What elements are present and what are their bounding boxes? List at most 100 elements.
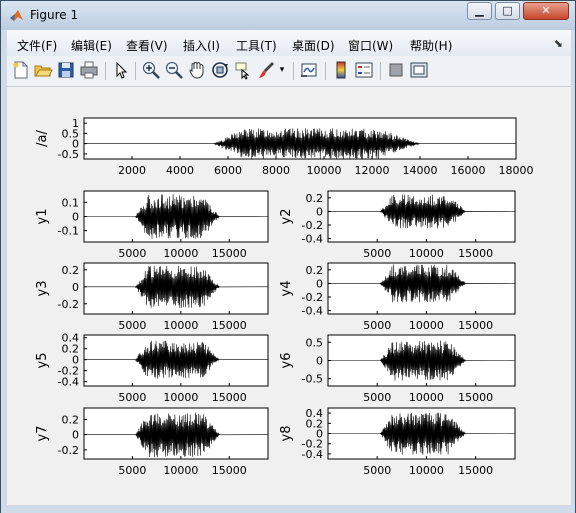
figure-toolbar: ▾	[7, 56, 571, 87]
x-tick-label: 15000	[212, 319, 247, 332]
x-tick-label: 15000	[212, 464, 247, 477]
close-button[interactable]: ✕	[523, 2, 569, 20]
menu-bar: 文件(F) 编辑(E) 查看(V) 插入(I) 工具(T) 桌面(D) 窗口(W…	[7, 30, 571, 56]
menu-insert[interactable]: 插入(I)	[183, 37, 220, 54]
x-tick-label: 4000	[166, 164, 194, 177]
x-tick-label: 16000	[451, 164, 486, 177]
dock-arrow-icon[interactable]: ⬊	[554, 37, 563, 50]
x-tick-label: 14000	[403, 164, 438, 177]
subplot-1: 2000 4000 6000 8000 10000 12000 14000 16000 1800…	[35, 117, 534, 177]
figure-canvas[interactable]: 2000 4000 6000 8000 10000 12000 14000 16000 1800…	[7, 87, 571, 505]
subplot-9: 5000 10000 150000.40.20-0.2-0.4y8	[279, 407, 516, 477]
x-tick-label: 10000	[163, 247, 198, 260]
brush-dropdown-icon[interactable]: ▾	[277, 60, 287, 80]
x-tick-label: 12000	[355, 164, 390, 177]
data-cursor-icon[interactable]	[233, 60, 253, 80]
x-tick-label: 10000	[163, 319, 198, 332]
menu-tools[interactable]: 工具(T)	[236, 37, 277, 54]
y-axis-label: y5	[35, 353, 50, 369]
toolbar-separator	[105, 62, 106, 80]
y-tick-label: -0.5	[58, 148, 79, 161]
y-tick-label: 0.2	[306, 264, 324, 277]
minimize-button[interactable]: ▁	[467, 2, 492, 20]
y-axis-label: y1	[35, 209, 50, 225]
x-tick-label: 5000	[363, 319, 391, 332]
figure-window: Figure 1 ▁ □ ✕ 文件(F) 编辑(E) 查看(V) 插入(I) 工…	[0, 0, 576, 513]
title-bar[interactable]: Figure 1 ▁ □ ✕	[1, 1, 575, 30]
y-axis-label: y6	[279, 353, 294, 369]
subplot-3: 5000 10000 15000 0.20-0.2-0.4 y2	[279, 190, 516, 260]
y-tick-label: -0.4	[302, 305, 323, 318]
y-tick-label: -0.5	[302, 373, 323, 386]
y-axis-label: y4	[279, 281, 294, 297]
y-tick-label: -0.4	[302, 233, 323, 246]
y-tick-label: -0.2	[302, 291, 323, 304]
y-tick-label: 0	[316, 355, 323, 368]
matlab-logo-icon	[10, 10, 23, 21]
brush-icon[interactable]	[256, 60, 276, 80]
print-icon[interactable]	[79, 60, 99, 80]
colorbar-icon[interactable]	[331, 60, 351, 80]
x-tick-label: 5000	[363, 391, 391, 404]
x-tick-label: 10000	[409, 391, 444, 404]
y-tick-label: 0	[72, 429, 79, 442]
subplot-7: 5000 10000 15000 0.5 0 -0.5 y6	[279, 334, 516, 404]
y-tick-label: 0.2	[62, 413, 80, 426]
menu-edit[interactable]: 编辑(E)	[71, 37, 112, 54]
x-tick-label: 5000	[363, 247, 391, 260]
y-tick-label: 0	[316, 205, 323, 218]
show-plot-tools-icon[interactable]	[409, 60, 429, 80]
y-tick-label: 0.2	[62, 264, 80, 277]
subplot-5: 5000 10000 15000 0.20-0.2-0.4 y4	[279, 262, 516, 332]
link-plot-icon[interactable]	[299, 60, 319, 80]
menu-file[interactable]: 文件(F)	[17, 37, 57, 54]
edit-plot-arrow-icon[interactable]	[111, 60, 131, 80]
window-title: Figure 1	[30, 8, 79, 22]
y-axis-label: y8	[279, 426, 294, 442]
x-tick-label: 15000	[212, 391, 247, 404]
x-tick-label: 5000	[118, 464, 146, 477]
y-axis-label: y2	[279, 209, 294, 225]
menu-desktop[interactable]: 桌面(D)	[292, 37, 335, 54]
x-tick-label: 5000	[363, 464, 391, 477]
x-tick-label: 10000	[409, 247, 444, 260]
open-file-icon[interactable]	[33, 60, 53, 80]
x-tick-label: 15000	[458, 464, 493, 477]
subplot-6: 5000 10000 150000.40.20-0.2-0.4y5	[35, 332, 269, 404]
hide-plot-tools-icon[interactable]	[386, 60, 406, 80]
x-tick-label: 6000	[214, 164, 242, 177]
zoom-out-icon[interactable]	[164, 60, 184, 80]
menu-help[interactable]: 帮助(H)	[410, 37, 452, 54]
maximize-button[interactable]: □	[495, 2, 520, 20]
y-tick-label: 0.5	[306, 336, 324, 349]
subplot-8: 5000 10000 15000 0.2 0 -0.2 y7	[35, 407, 269, 477]
rotate-3d-icon[interactable]	[210, 60, 230, 80]
x-tick-label: 15000	[458, 391, 493, 404]
new-figure-icon[interactable]	[11, 60, 31, 80]
y-axis-label: y7	[35, 426, 50, 442]
zoom-in-icon[interactable]	[141, 60, 161, 80]
toolbar-separator	[135, 62, 136, 80]
subplot-2: 5000 10000 15000 0.1 0-0.1 y1	[35, 190, 269, 260]
menu-view[interactable]: 查看(V)	[126, 37, 168, 54]
y-tick-label: -0.4	[58, 376, 79, 389]
subplots-area: 2000 4000 6000 8000 10000 12000 14000 16000 1800…	[35, 117, 534, 477]
toolbar-separator	[380, 62, 381, 80]
pan-hand-icon[interactable]	[187, 60, 207, 80]
x-tick-label: 10000	[307, 164, 342, 177]
y-tick-label: -0.2	[58, 298, 79, 311]
y-tick-label: 0	[72, 281, 79, 294]
toolbar-separator	[325, 62, 326, 80]
x-tick-label: 15000	[458, 319, 493, 332]
legend-icon[interactable]	[354, 60, 374, 80]
menu-window[interactable]: 窗口(W)	[348, 37, 393, 54]
x-tick-label: 2000	[118, 164, 146, 177]
y-tick-label: 0	[72, 211, 79, 224]
y-tick-label: 0	[316, 277, 323, 290]
x-tick-label: 18000	[499, 164, 534, 177]
x-tick-label: 15000	[212, 247, 247, 260]
save-icon[interactable]	[56, 60, 76, 80]
toolbar-separator	[293, 62, 294, 80]
x-tick-label: 10000	[163, 464, 198, 477]
y-tick-label: -0.1	[58, 225, 79, 238]
